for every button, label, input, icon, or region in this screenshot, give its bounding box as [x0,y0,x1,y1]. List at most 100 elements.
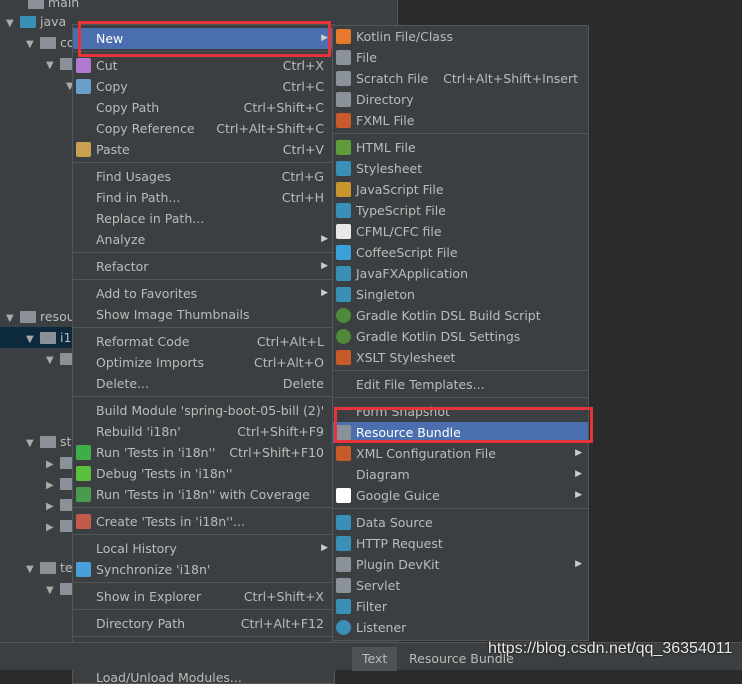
collapse-arrow-icon[interactable]: ▼ [26,559,40,580]
menu-item-shortcut: Ctrl+Alt+L [256,334,324,349]
menu-item-copy[interactable]: Copy Ctrl+C [73,76,334,97]
collapse-arrow-icon[interactable]: ▼ [26,433,40,454]
xslt-file-icon [336,350,351,365]
collapse-arrow-icon[interactable]: ▼ [26,34,40,55]
menu-item-new[interactable]: New ▶ [73,28,334,49]
menu-item-delete[interactable]: Delete... Delete [73,373,334,394]
menu-item-reformat-code[interactable]: Reformat Code Ctrl+Alt+L [73,331,334,352]
menu-item-http-request[interactable]: HTTP Request [333,533,588,554]
tree-node[interactable]: ▼ co [26,32,75,53]
copy-icon [76,79,91,94]
collapse-arrow-icon[interactable]: ▼ [46,350,60,371]
menu-item-label: Optimize Imports [96,355,205,370]
menu-item-add-to-favorites[interactable]: Add to Favorites ▶ [73,283,334,304]
menu-item-refactor[interactable]: Refactor ▶ [73,256,334,277]
menu-item-gradle-kotlin-dsl-settings[interactable]: Gradle Kotlin DSL Settings [333,326,588,347]
menu-item-shortcut: Ctrl+H [281,190,324,205]
coverage-icon [76,487,91,502]
menu-item-find-in-path[interactable]: Find in Path... Ctrl+H [73,187,334,208]
menu-item-directory-path[interactable]: Directory Path Ctrl+Alt+F12 [73,613,334,634]
menu-item-optimize-imports[interactable]: Optimize Imports Ctrl+Alt+O [73,352,334,373]
menu-item-cfml-cfc-file[interactable]: CFML/CFC file [333,221,588,242]
menu-item-show-image-thumbnails[interactable]: Show Image Thumbnails [73,304,334,325]
expand-arrow-icon[interactable]: ▶ [46,454,60,475]
menu-item-form-snapshot[interactable]: Form Snapshot [333,401,588,422]
menu-item-data-source[interactable]: Data Source [333,512,588,533]
menu-item-label: File [356,50,377,65]
java-class-icon [336,266,351,281]
menu-item-run-tests-in-i18n[interactable]: Run 'Tests in 'i18n'' Ctrl+Shift+F10 [73,442,334,463]
menu-item-label: Run 'Tests in 'i18n'' with Coverage [96,487,310,502]
xml-file-icon [336,446,351,461]
menu-item-label: Load/Unload Modules... [96,670,242,684]
menu-item-synchronize-i18n[interactable]: Synchronize 'i18n' [73,559,334,580]
menu-item-show-in-explorer[interactable]: Show in Explorer Ctrl+Shift+X [73,586,334,607]
menu-item-edit-file-templates[interactable]: Edit File Templates... [333,374,588,395]
menu-item-analyze[interactable]: Analyze ▶ [73,229,334,250]
tree-node[interactable]: ▼ java [6,11,66,32]
menu-item-run-tests-in-i18n-with-coverage[interactable]: Run 'Tests in 'i18n'' with Coverage [73,484,334,505]
menu-item-label: Local History [96,541,177,556]
tree-node[interactable]: ▼ st [26,431,71,452]
tab-text[interactable]: Text [352,647,398,671]
menu-item-copy-reference[interactable]: Copy Reference Ctrl+Alt+Shift+C [73,118,334,139]
menu-item-stylesheet[interactable]: Stylesheet [333,158,588,179]
menu-item-kotlin-file-class[interactable]: Kotlin File/Class [333,26,588,47]
menu-item-label: Data Source [356,515,433,530]
menu-item-plugin-devkit[interactable]: Plugin DevKit ▶ [333,554,588,575]
expand-arrow-icon[interactable]: ▶ [46,496,60,517]
collapse-arrow-icon[interactable]: ▼ [6,13,20,34]
menu-item-label: Build Module 'spring-boot-05-bill (2)' [96,403,325,418]
menu-item-rebuild-i18n[interactable]: Rebuild 'i18n' Ctrl+Shift+F9 [73,421,334,442]
menu-item-gradle-kotlin-dsl-build-script[interactable]: Gradle Kotlin DSL Build Script [333,305,588,326]
menu-item-file[interactable]: File [333,47,588,68]
menu-item-google-guice[interactable]: Google Guice ▶ [333,485,588,506]
collapse-arrow-icon[interactable]: ▼ [6,308,20,329]
menu-item-label: TypeScript File [356,203,446,218]
menu-item-build-module-spring-boot-05-bill-2[interactable]: Build Module 'spring-boot-05-bill (2)' [73,400,334,421]
menu-item-label: Listener [356,620,407,635]
collapse-arrow-icon[interactable]: ▼ [26,329,40,350]
collapse-arrow-icon[interactable]: ▼ [46,55,60,76]
google-guice-icon [336,488,351,503]
tree-node[interactable]: ▼ resou [6,306,75,327]
expand-arrow-icon[interactable]: ▶ [46,475,60,496]
menu-item-label: Paste [96,142,130,157]
ts-file-icon [336,203,351,218]
menu-item-shortcut: Ctrl+Shift+X [243,589,324,604]
menu-item-filter[interactable]: Filter [333,596,588,617]
menu-item-label: Resource Bundle [356,425,461,440]
menu-item-diagram[interactable]: Diagram ▶ [333,464,588,485]
menu-item-copy-path[interactable]: Copy Path Ctrl+Shift+C [73,97,334,118]
menu-item-label: Form Snapshot [356,404,450,419]
menu-item-create-tests-in-i18n[interactable]: Create 'Tests in 'i18n''... [73,511,334,532]
menu-item-xml-configuration-file[interactable]: XML Configuration File ▶ [333,443,588,464]
new-submenu: Kotlin File/Class File Scratch File Ctrl+Al… [332,25,589,641]
menu-item-xslt-stylesheet[interactable]: XSLT Stylesheet [333,347,588,368]
expand-arrow-icon[interactable]: ▶ [46,517,60,538]
menu-item-typescript-file[interactable]: TypeScript File [333,200,588,221]
menu-item-scratch-file[interactable]: Scratch File Ctrl+Alt+Shift+Insert [333,68,588,89]
menu-item-replace-in-path[interactable]: Replace in Path... [73,208,334,229]
menu-item-fxml-file[interactable]: FXML File [333,110,588,131]
menu-item-resource-bundle[interactable]: Resource Bundle [333,422,588,443]
menu-item-label: Singleton [356,287,415,302]
menu-item-javafxapplication[interactable]: JavaFXApplication [333,263,588,284]
menu-item-javascript-file[interactable]: JavaScript File [333,179,588,200]
collapse-arrow-icon[interactable]: ▼ [46,580,60,601]
menu-item-paste[interactable]: Paste Ctrl+V [73,139,334,160]
menu-item-local-history[interactable]: Local History ▶ [73,538,334,559]
menu-item-html-file[interactable]: HTML File [333,137,588,158]
tree-node[interactable]: ▼ te [26,557,73,578]
submenu-arrow-icon: ▶ [321,261,328,271]
menu-item-directory[interactable]: Directory [333,89,588,110]
menu-item-cut[interactable]: Cut Ctrl+X [73,55,334,76]
submenu-arrow-icon: ▶ [575,559,582,569]
menu-item-coffeescript-file[interactable]: CoffeeScript File [333,242,588,263]
menu-item-singleton[interactable]: Singleton [333,284,588,305]
fxml-file-icon [336,113,351,128]
menu-item-servlet[interactable]: Servlet [333,575,588,596]
menu-item-listener[interactable]: Listener [333,617,588,638]
menu-item-debug-tests-in-i18n[interactable]: Debug 'Tests in 'i18n'' [73,463,334,484]
menu-item-find-usages[interactable]: Find Usages Ctrl+G [73,166,334,187]
